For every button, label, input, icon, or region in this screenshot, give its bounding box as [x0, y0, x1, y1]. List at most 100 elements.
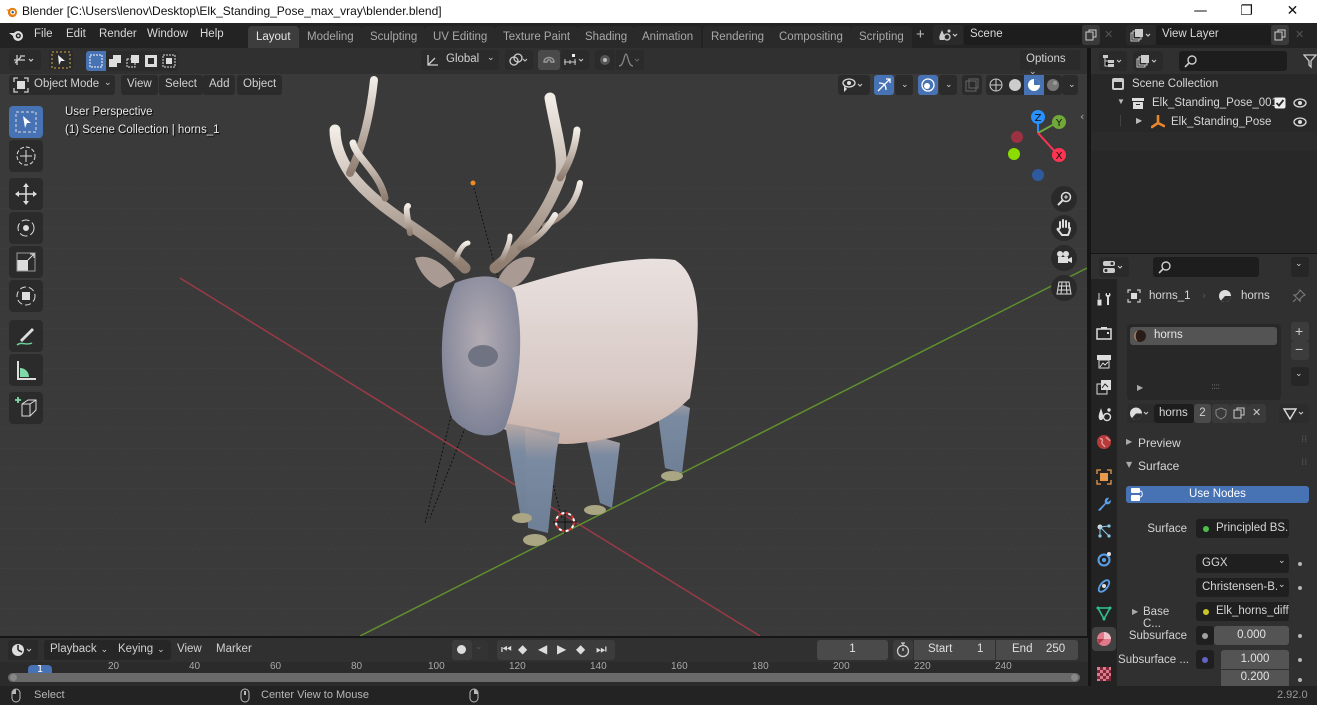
timeline-menu-view[interactable]: View	[171, 640, 208, 660]
outliner-item-elk-standing-pose-001[interactable]: ▼ Elk_Standing_Pose_001	[1091, 94, 1317, 113]
jump-to-prev-keyframe-icon[interactable]: ◆	[518, 642, 527, 656]
select-extend-button[interactable]	[107, 51, 124, 71]
tool-add-cube[interactable]	[9, 392, 43, 424]
select-new-button[interactable]	[86, 51, 106, 71]
fake-user-button[interactable]	[1212, 404, 1230, 423]
tab-texture-paint[interactable]: Texture Paint	[495, 26, 579, 48]
gizmo-neg-z[interactable]	[1032, 169, 1044, 181]
subsurface-socket-button[interactable]	[1196, 626, 1214, 645]
solid-shading-icon[interactable]	[1007, 77, 1023, 93]
scrollbar-handle-right[interactable]	[1071, 674, 1078, 681]
outliner-scene-collection[interactable]: Scene Collection	[1091, 75, 1317, 94]
select-subtract-button[interactable]	[125, 51, 142, 71]
properties-editor-type-button[interactable]	[1099, 257, 1129, 277]
timeline-ruler[interactable]: 1 20 40 60 80 100 120 140 160 180 200 22…	[0, 661, 1088, 686]
keyframe-dot[interactable]	[1298, 634, 1302, 638]
view-layer-browse-button[interactable]	[1126, 25, 1156, 45]
tab-material[interactable]	[1092, 627, 1116, 651]
tab-texture[interactable]	[1092, 662, 1116, 686]
editor-type-button[interactable]	[9, 50, 41, 70]
tab-particles[interactable]	[1092, 519, 1116, 543]
resize-handle-icon[interactable]: ::::	[1211, 382, 1220, 392]
light-origin[interactable]	[470, 180, 476, 186]
add-material-slot-button[interactable]: +	[1291, 322, 1309, 341]
properties-search-input[interactable]	[1153, 257, 1259, 277]
material-slot-item[interactable]: horns	[1130, 327, 1277, 345]
pin-icon[interactable]	[1292, 289, 1306, 303]
proportional-falloff-dropdown[interactable]	[616, 50, 644, 70]
remove-material-slot-button[interactable]: −	[1291, 341, 1309, 360]
base-color-field[interactable]: Elk_horns_diff...	[1196, 602, 1289, 621]
tab-rendering[interactable]: Rendering	[703, 26, 773, 48]
material-slot-list[interactable]: horns ▶ ::::	[1127, 324, 1281, 400]
timeline-menu-marker[interactable]: Marker	[210, 640, 258, 660]
minimize-button[interactable]: —	[1178, 0, 1223, 23]
menu-select[interactable]: Select	[159, 75, 203, 95]
expand-arrow-icon[interactable]: ▶	[1136, 116, 1142, 125]
end-frame-field[interactable]: End 250	[996, 640, 1078, 660]
menu-view[interactable]: View	[121, 75, 158, 95]
material-name-field[interactable]: horns	[1154, 404, 1194, 423]
material-preview-button[interactable]	[1024, 75, 1044, 95]
tab-modifiers[interactable]	[1092, 492, 1116, 516]
gizmo-dropdown[interactable]: ⌄	[895, 75, 913, 95]
menu-render[interactable]: Render	[99, 28, 137, 40]
tab-shading[interactable]: Shading	[577, 26, 636, 48]
distribution-dropdown[interactable]: GGX ⌄	[1196, 554, 1289, 573]
transform-orientation-dropdown[interactable]: Global ⌄	[421, 50, 499, 70]
auto-keying-toggle[interactable]	[452, 640, 472, 660]
tab-modeling[interactable]: Modeling	[299, 26, 362, 48]
snap-target-dropdown[interactable]	[561, 50, 589, 70]
proportional-editing-toggle[interactable]	[595, 50, 615, 70]
blender-menu-icon[interactable]	[8, 28, 25, 42]
keying-dropdown[interactable]: Keying ⌄	[112, 640, 171, 660]
expand-arrow-icon[interactable]: ▼	[1117, 97, 1125, 106]
expand-arrow-icon[interactable]: ▶	[1137, 383, 1143, 392]
use-nodes-button[interactable]: Use Nodes	[1126, 486, 1309, 503]
tool-scale[interactable]	[9, 246, 43, 278]
auto-keying-dropdown[interactable]: ⌄	[472, 640, 488, 660]
eye-icon[interactable]	[1293, 116, 1307, 128]
duplicate-material-button[interactable]	[1230, 404, 1248, 423]
eye-icon[interactable]	[1293, 97, 1307, 109]
options-dropdown[interactable]: Options ⌄	[1020, 50, 1080, 76]
subsurface-radius-socket-button[interactable]	[1196, 650, 1214, 669]
play-icon[interactable]: ▶	[557, 642, 566, 656]
menu-edit[interactable]: Edit	[66, 28, 86, 40]
tab-output[interactable]	[1092, 349, 1116, 373]
snap-toggle[interactable]	[538, 50, 560, 70]
pan-view-button[interactable]	[1051, 215, 1077, 241]
surface-shader-field[interactable]: Principled BS...	[1196, 519, 1289, 538]
3d-viewport[interactable]: Z Y X Global ⌄ Options ⌄ Object Mode ⌄ V…	[0, 48, 1087, 636]
material-link-dropdown[interactable]	[1279, 404, 1309, 423]
sidebar-toggle-icon[interactable]: ‹	[1080, 110, 1084, 123]
add-workspace-button[interactable]: +	[916, 26, 925, 43]
playback-dropdown[interactable]: Playback ⌄	[44, 640, 115, 660]
new-view-layer-button[interactable]	[1271, 25, 1289, 45]
jump-to-start-icon[interactable]: ⏮	[501, 642, 512, 657]
properties-options-dropdown[interactable]: ⌄	[1291, 257, 1309, 277]
tool-transform[interactable]	[9, 280, 43, 312]
outliner-editor-type-button[interactable]	[1099, 51, 1127, 71]
menu-object[interactable]: Object	[237, 75, 283, 95]
jump-to-end-icon[interactable]: ⏭	[596, 642, 607, 657]
select-invert-button[interactable]	[143, 51, 160, 71]
filter-icon[interactable]	[1303, 53, 1317, 69]
play-reverse-icon[interactable]: ◀	[538, 642, 547, 656]
subsurface-value-field[interactable]: 0.000	[1214, 626, 1289, 645]
drag-handle-icon[interactable]: ⁞⁞	[1301, 457, 1307, 468]
tab-scene[interactable]	[1092, 402, 1116, 426]
navigation-gizmo[interactable]: Z Y X	[1008, 110, 1066, 181]
subsurface-radius-y-field[interactable]: 0.200	[1221, 670, 1289, 686]
tab-view-layer[interactable]	[1092, 375, 1116, 399]
visibility-dropdown[interactable]	[838, 75, 870, 95]
unlink-material-button[interactable]: ✕	[1248, 404, 1266, 423]
outliner-search-input[interactable]	[1179, 51, 1287, 71]
outliner-item-elk-standing-pose[interactable]: | ▶ Elk_Standing_Pose	[1091, 113, 1317, 132]
tool-move[interactable]	[9, 178, 43, 210]
mode-dropdown[interactable]: Object Mode ⌄	[9, 75, 115, 95]
tab-object[interactable]	[1092, 465, 1116, 489]
jump-to-next-keyframe-icon[interactable]: ◆	[576, 642, 585, 656]
keyframe-dot[interactable]	[1298, 678, 1302, 682]
shading-dropdown[interactable]: ⌄	[1062, 75, 1078, 95]
